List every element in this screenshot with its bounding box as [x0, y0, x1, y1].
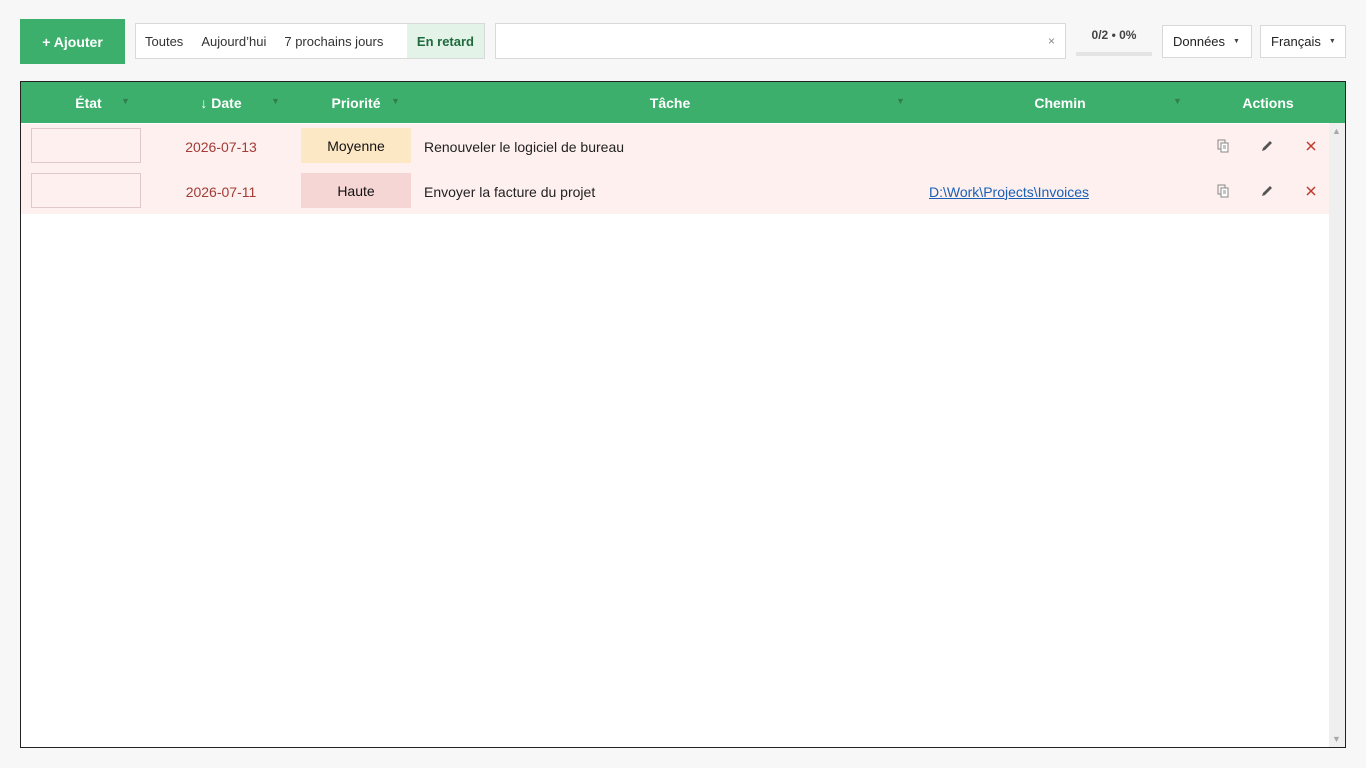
task-grid: État ▼ ↓ Date ▼ Priorité ▼ Tâche ▼ Chemi… — [20, 81, 1346, 748]
copy-icon[interactable] — [1213, 182, 1233, 200]
add-task-button[interactable]: + Ajouter — [20, 19, 125, 64]
scroll-down-arrow-icon[interactable]: ▼ — [1332, 734, 1341, 744]
clear-search-icon[interactable]: × — [1048, 34, 1055, 48]
copy-icon[interactable] — [1213, 137, 1233, 155]
column-header-label: Actions — [1242, 94, 1294, 111]
progress-bar — [1076, 52, 1152, 56]
filter-today[interactable]: Aujourd’hui — [192, 24, 275, 58]
priority-badge[interactable]: Haute — [301, 173, 411, 208]
edit-pencil-icon[interactable] — [1257, 137, 1277, 155]
task-title: Renouveler le logiciel de bureau — [424, 138, 625, 155]
column-header-label: Priorité — [331, 94, 381, 111]
column-header-label: Tâche — [649, 94, 691, 111]
caret-down-icon: ▼ — [1233, 38, 1240, 45]
filter-next-7-days[interactable]: 7 prochains jours — [275, 24, 392, 58]
filter-tabs: Toutes Aujourd’hui 7 prochains jours En … — [135, 23, 485, 59]
state-checkbox[interactable] — [31, 128, 141, 163]
column-header-path[interactable]: Chemin — [919, 82, 1201, 123]
delete-icon[interactable] — [1301, 137, 1321, 155]
column-header-actions: Actions — [1201, 82, 1335, 123]
column-header-task[interactable]: Tâche — [421, 82, 919, 123]
progress-indicator: 0/2 • 0% — [1076, 28, 1152, 56]
column-filter-icon[interactable]: ▼ — [1173, 96, 1182, 106]
language-label: Français — [1271, 34, 1321, 49]
scroll-up-arrow-icon[interactable]: ▲ — [1332, 126, 1341, 136]
priority-badge[interactable]: Moyenne — [301, 128, 411, 163]
caret-down-icon: ▼ — [1328, 38, 1336, 45]
table-row[interactable]: 2026-07-11 Haute Envoyer la facture du p… — [21, 169, 1329, 214]
delete-icon[interactable] — [1301, 182, 1321, 200]
task-date: 2026-07-11 — [185, 183, 257, 200]
column-header-label: ↓ Date — [200, 94, 242, 111]
task-title: Envoyer la facture du projet — [424, 183, 596, 200]
language-dropdown[interactable]: Français ▼ — [1260, 25, 1346, 58]
table-row[interactable]: 2026-07-13 Moyenne Renouveler le logicie… — [21, 124, 1329, 169]
state-checkbox[interactable] — [31, 173, 141, 208]
column-header-label: Chemin — [1034, 94, 1086, 111]
column-filter-icon[interactable]: ▼ — [271, 96, 280, 106]
edit-pencil-icon[interactable] — [1257, 182, 1277, 200]
column-filter-icon[interactable]: ▼ — [896, 96, 905, 106]
column-header-date[interactable]: ↓ Date — [156, 82, 286, 123]
task-date: 2026-07-13 — [185, 138, 257, 155]
data-menu-dropdown[interactable]: Données ▼ — [1162, 25, 1252, 58]
path-link[interactable]: D:\Work\Projects\Invoices — [929, 169, 1089, 214]
column-header-state[interactable]: État — [21, 82, 156, 123]
progress-text: 0/2 • 0% — [1091, 28, 1137, 42]
toolbar: + Ajouter Toutes Aujourd’hui 7 prochains… — [0, 0, 1366, 70]
search-input[interactable] — [496, 24, 1065, 58]
grid-header: État ▼ ↓ Date ▼ Priorité ▼ Tâche ▼ Chemi… — [21, 82, 1345, 123]
filter-overdue[interactable]: En retard — [406, 24, 484, 58]
column-filter-icon[interactable]: ▼ — [121, 96, 130, 106]
search-box: × — [495, 23, 1066, 59]
filter-all[interactable]: Toutes — [136, 24, 192, 58]
vertical-scrollbar[interactable]: ▲ ▼ — [1329, 123, 1345, 747]
column-filter-icon[interactable]: ▼ — [391, 96, 400, 106]
column-header-label: État — [75, 94, 102, 111]
data-menu-label: Données — [1173, 34, 1226, 49]
